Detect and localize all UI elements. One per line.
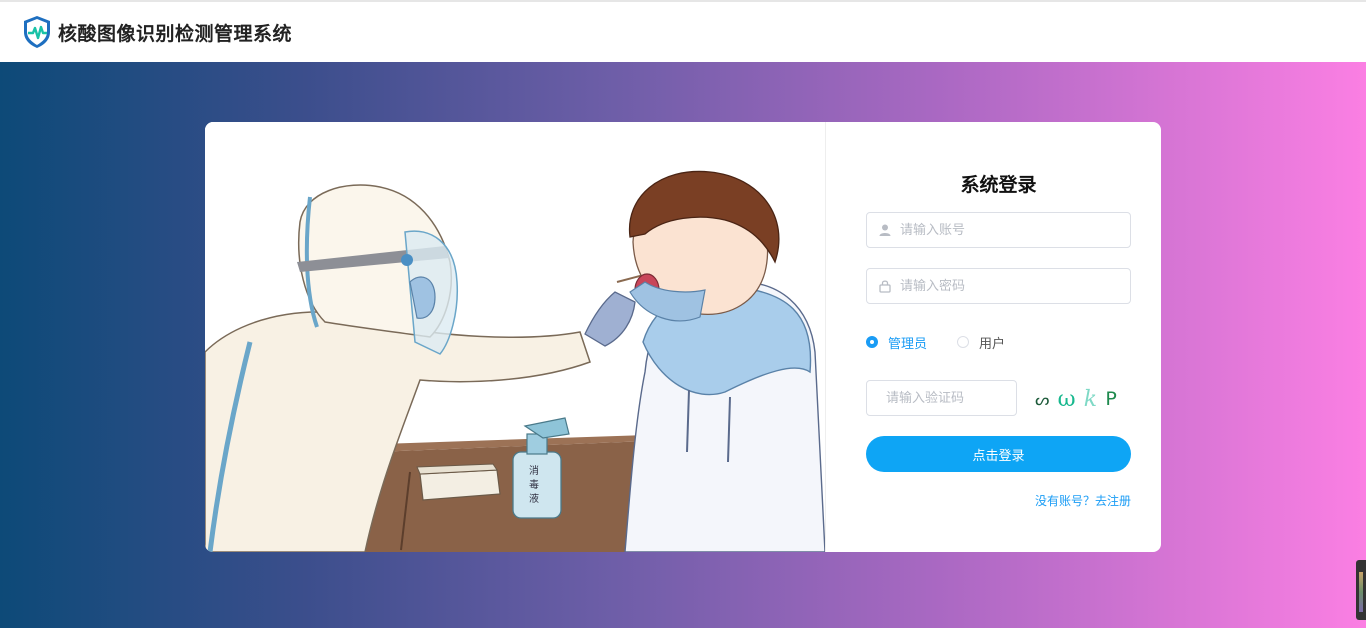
captcha-image[interactable]: ᔕ ω k P xyxy=(1031,384,1121,414)
captcha-char: ω xyxy=(1057,386,1076,412)
password-field[interactable] xyxy=(866,268,1131,304)
captcha-field[interactable] xyxy=(866,380,1058,416)
role-label-admin: 管理员 xyxy=(888,336,928,352)
lock-icon xyxy=(879,280,891,293)
bottle-label: 消 xyxy=(529,464,539,477)
login-title: 系统登录 xyxy=(960,174,1037,196)
user-icon xyxy=(879,224,891,236)
nucleic-acid-test-illustration: 消 毒 液 xyxy=(205,122,826,552)
role-radio-group: 管理员 用户 xyxy=(866,332,1035,352)
username-input[interactable] xyxy=(898,221,1130,239)
role-label-user: 用户 xyxy=(979,336,1006,352)
captcha-char: ᔕ xyxy=(1035,389,1050,409)
role-radio-admin[interactable]: 管理员 xyxy=(866,333,927,352)
radio-checked-icon[interactable] xyxy=(866,336,878,348)
captcha-char: k xyxy=(1083,386,1098,412)
illustration-art: 消 毒 液 xyxy=(205,170,826,552)
side-floating-widget[interactable] xyxy=(1356,560,1366,620)
captcha-char: P xyxy=(1105,388,1117,410)
app-title: 核酸图像识别检测管理系统 xyxy=(58,22,293,45)
role-radio-user[interactable]: 用户 xyxy=(957,333,1005,352)
shield-heartbeat-icon xyxy=(24,16,50,48)
login-button[interactable]: 点击登录 xyxy=(866,436,1131,472)
svg-text:毒: 毒 xyxy=(529,478,539,491)
app-header: 核酸图像识别检测管理系统 xyxy=(0,2,1366,62)
login-card: 消 毒 液 系统登录 请输入账号 管理员 用户 请输入验证码 ᔕ ω k P 点… xyxy=(205,122,1161,552)
register-link[interactable]: 没有账号？去注册 xyxy=(1035,492,1131,509)
password-input[interactable] xyxy=(898,277,1130,295)
radio-unchecked-icon[interactable] xyxy=(957,336,970,348)
username-field[interactable] xyxy=(866,212,1131,248)
login-form: 系统登录 管理员 用户 xyxy=(826,122,1161,552)
svg-text:液: 液 xyxy=(529,492,539,505)
